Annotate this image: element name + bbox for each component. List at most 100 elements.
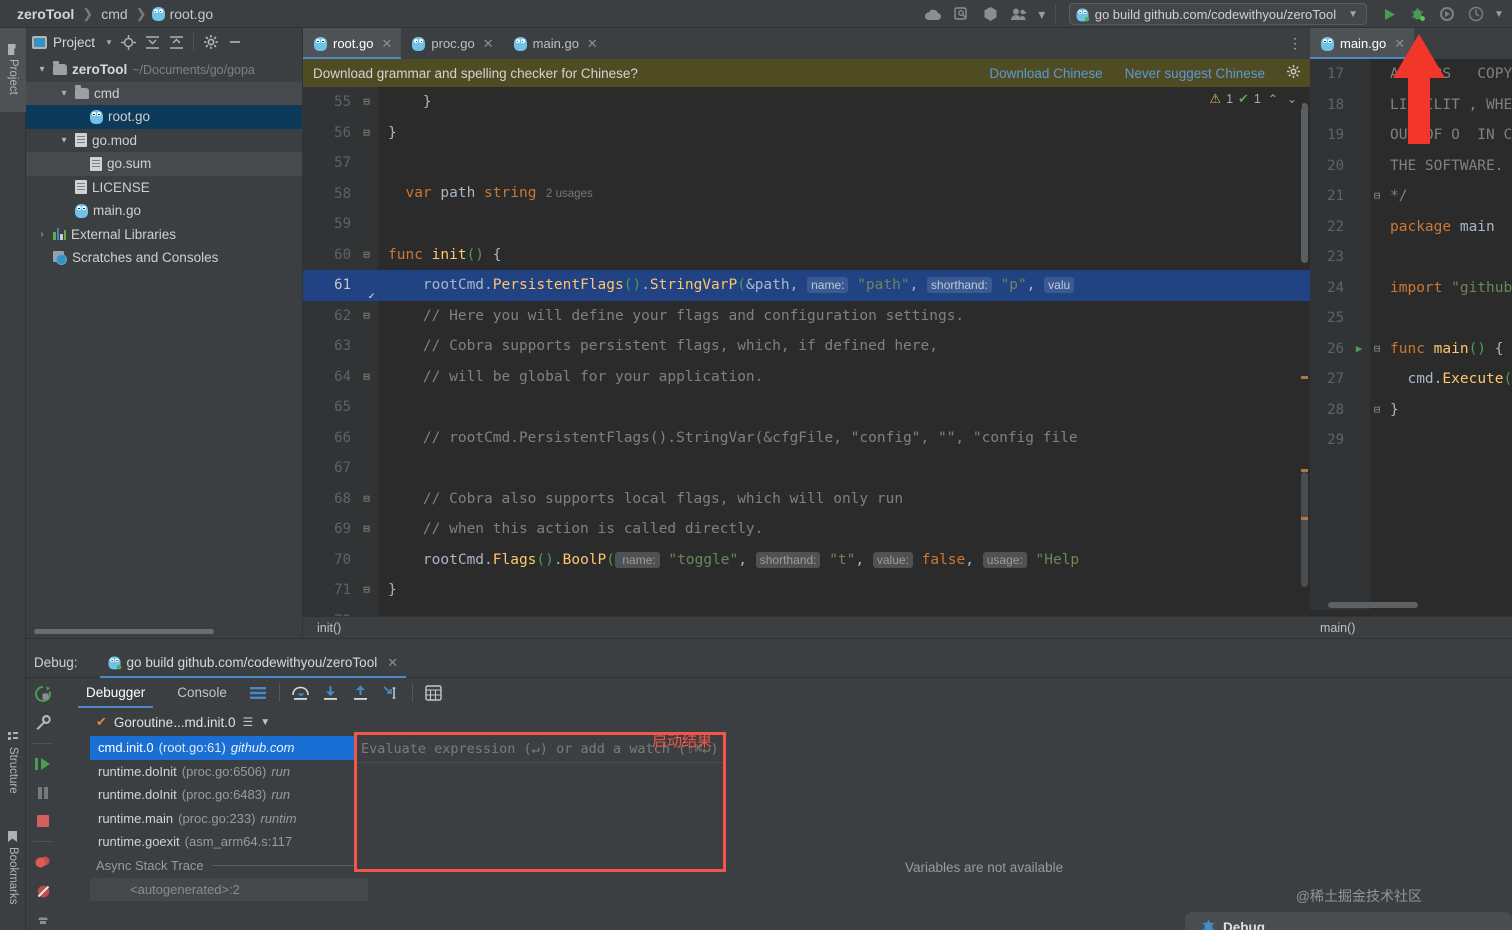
- breadcrumb-folder[interactable]: cmd: [98, 6, 130, 22]
- code-text[interactable]: }: [378, 575, 1310, 606]
- run-configuration-selector[interactable]: go build github.com/codewithyou/zeroTool…: [1068, 3, 1367, 25]
- line-number[interactable]: 28: [1310, 395, 1348, 426]
- stack-frame-row[interactable]: runtime.doInit (proc.go:6506) run: [90, 760, 368, 784]
- code-line-right[interactable]: 20 THE SOFTWARE.: [1310, 151, 1512, 182]
- project-horizontal-scrollbar[interactable]: [34, 629, 214, 634]
- breadcrumb-project[interactable]: zeroTool: [14, 6, 77, 22]
- line-number[interactable]: 27: [1310, 364, 1348, 395]
- more-actions-chevron-down-icon[interactable]: ▼: [1492, 2, 1506, 26]
- never-suggest-chinese-link[interactable]: Never suggest Chinese: [1125, 66, 1265, 81]
- fold-marker[interactable]: ⊟: [1370, 334, 1384, 365]
- code-line-right[interactable]: 25: [1310, 303, 1512, 334]
- gutter-marker[interactable]: ⊟: [355, 118, 378, 149]
- previous-problem-icon[interactable]: ⌃: [1266, 92, 1280, 106]
- rerun-icon[interactable]: [32, 684, 54, 704]
- settings-wrench-icon[interactable]: [32, 713, 54, 733]
- code-text[interactable]: // when this action is called directly.: [378, 514, 1310, 545]
- code-text[interactable]: }: [378, 87, 1310, 118]
- tab-root-go[interactable]: root.go ✕: [303, 28, 402, 59]
- coverage-button[interactable]: [1434, 2, 1460, 26]
- line-number[interactable]: 66: [303, 423, 355, 454]
- code-line-right[interactable]: 24 import "github.com: [1310, 273, 1512, 304]
- close-icon[interactable]: ✕: [483, 36, 494, 52]
- fold-marker[interactable]: ⊟: [1370, 395, 1384, 426]
- line-number[interactable]: 58: [303, 179, 355, 210]
- watch-expression-box[interactable]: Evaluate expression (↵) or add a watch (…: [354, 732, 726, 872]
- run-gutter-icon[interactable]: ▶: [1356, 342, 1363, 355]
- evaluate-expression-icon[interactable]: [422, 681, 446, 705]
- code-fold-icon[interactable]: ⊟: [363, 583, 370, 596]
- cloud-icon[interactable]: [920, 2, 946, 26]
- code-text[interactable]: package main: [1384, 212, 1495, 243]
- tree-item-zeroTool[interactable]: ▾ zeroTool ~/Documents/go/gopa: [26, 58, 302, 82]
- code-line[interactable]: 61 rootCmd.PersistentFlags().StringVarP(…: [303, 270, 1310, 301]
- code-fold-icon[interactable]: ⊟: [363, 126, 370, 139]
- minimize-icon[interactable]: [224, 31, 246, 53]
- code-fold-icon[interactable]: ⊟: [1374, 403, 1381, 416]
- code-fold-icon[interactable]: ⊟: [1374, 342, 1381, 355]
- code-fold-icon[interactable]: ⊟: [363, 248, 370, 261]
- code-line[interactable]: 67: [303, 453, 1310, 484]
- debug-button[interactable]: [1405, 2, 1431, 26]
- line-number[interactable]: 26: [1310, 334, 1348, 365]
- settings-gear-icon[interactable]: [200, 31, 222, 53]
- locate-icon[interactable]: [117, 31, 139, 53]
- line-number[interactable]: 55: [303, 87, 355, 118]
- code-fold-icon[interactable]: ⊟: [363, 95, 370, 108]
- fold-marker[interactable]: ⊟: [1370, 181, 1384, 212]
- code-line[interactable]: 58 var path string 2 usages: [303, 179, 1310, 210]
- code-line[interactable]: 63 // Cobra supports persistent flags, w…: [303, 331, 1310, 362]
- tree-item-license[interactable]: LICENSE: [26, 176, 302, 200]
- line-number[interactable]: 59: [303, 209, 355, 240]
- code-line[interactable]: 60 ⊟ func init() {: [303, 240, 1310, 271]
- code-text[interactable]: // Here you will define your flags and c…: [378, 301, 1310, 332]
- code-line-right[interactable]: 22 package main: [1310, 212, 1512, 243]
- code-fold-icon[interactable]: ⊟: [363, 370, 370, 383]
- code-fold-icon[interactable]: ⊟: [363, 492, 370, 505]
- tab-proc-go[interactable]: proc.go ✕: [401, 28, 503, 59]
- sidebar-item-structure[interactable]: Structure: [0, 718, 26, 808]
- code-text[interactable]: // rootCmd.PersistentFlags().StringVar(&…: [378, 423, 1310, 454]
- frames-icon[interactable]: [246, 681, 270, 705]
- collapse-all-icon[interactable]: [165, 31, 187, 53]
- step-over-icon[interactable]: [289, 681, 313, 705]
- line-number[interactable]: 69: [303, 514, 355, 545]
- code-text[interactable]: THE SOFTWARE.: [1384, 151, 1504, 182]
- chevron-down-icon[interactable]: ▾: [58, 88, 70, 99]
- tree-item-go-sum[interactable]: go.sum: [26, 152, 302, 176]
- run-button[interactable]: [1376, 2, 1402, 26]
- tree-item-root-go[interactable]: root.go: [26, 105, 302, 129]
- code-line-right[interactable]: 21 ⊟ */: [1310, 181, 1512, 212]
- editor-vertical-scrollbar-lower[interactable]: [1301, 472, 1308, 587]
- view-breakpoints-icon[interactable]: [32, 852, 54, 872]
- code-line[interactable]: 66 // rootCmd.PersistentFlags().StringVa…: [303, 423, 1310, 454]
- code-line[interactable]: 59: [303, 209, 1310, 240]
- code-line[interactable]: 71 ⊟}: [303, 575, 1310, 606]
- close-icon[interactable]: ✕: [387, 655, 398, 671]
- line-number[interactable]: 71: [303, 575, 355, 606]
- tab-console[interactable]: Console: [161, 678, 243, 708]
- code-line[interactable]: 55 ⊟ }: [303, 87, 1310, 118]
- code-line[interactable]: 68 ⊟ // Cobra also supports local flags, …: [303, 484, 1310, 515]
- expand-all-icon[interactable]: [141, 31, 163, 53]
- mute-breakpoints-icon[interactable]: [32, 881, 54, 901]
- run-to-cursor-icon[interactable]: [379, 681, 403, 705]
- line-number[interactable]: 21: [1310, 181, 1348, 212]
- download-chinese-link[interactable]: Download Chinese: [989, 66, 1102, 81]
- tab-debugger[interactable]: Debugger: [70, 678, 161, 708]
- gutter-marker[interactable]: ⊟: [355, 87, 378, 118]
- next-problem-icon[interactable]: ⌄: [1285, 92, 1299, 106]
- code-line-right[interactable]: 29: [1310, 425, 1512, 456]
- code-line[interactable]: 62 ⊟ // Here you will define your flags a…: [303, 301, 1310, 332]
- more-debug-actions-icon[interactable]: [32, 910, 54, 930]
- line-number[interactable]: 64: [303, 362, 355, 393]
- code-line[interactable]: 56 ⊟}: [303, 118, 1310, 149]
- step-out-icon[interactable]: [349, 681, 373, 705]
- line-number[interactable]: 56: [303, 118, 355, 149]
- line-number[interactable]: 22: [1310, 212, 1348, 243]
- line-number[interactable]: 25: [1310, 303, 1348, 334]
- chevron-down-icon[interactable]: ▾: [36, 64, 48, 75]
- line-number[interactable]: 61: [303, 270, 355, 301]
- line-number[interactable]: 68: [303, 484, 355, 515]
- editor-right-breadcrumb-label[interactable]: main(): [1320, 621, 1355, 635]
